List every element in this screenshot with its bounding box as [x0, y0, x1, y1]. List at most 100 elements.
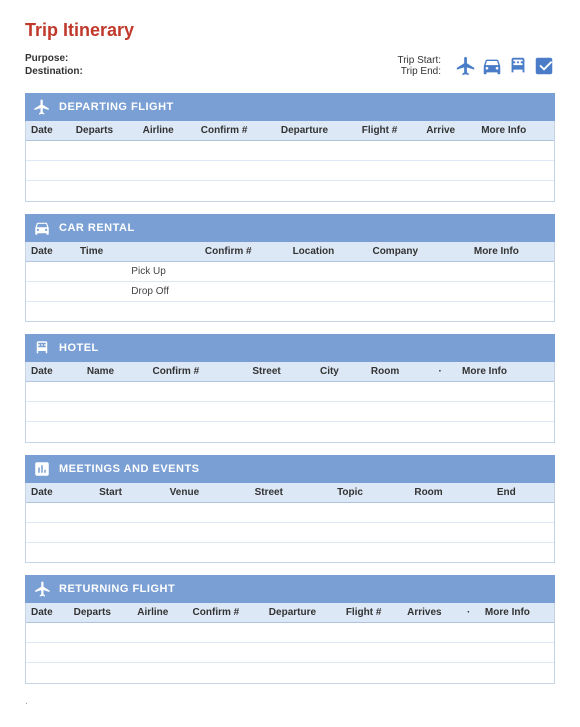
col-departure: Departure — [276, 121, 357, 141]
returning-airplane-icon — [33, 580, 51, 598]
meetings-header-icon — [533, 55, 555, 77]
hotel-header-icon — [507, 55, 529, 77]
meetings-section: MEETINGS AND EVENTS Date Start Venue Str… — [25, 455, 555, 564]
col-date: Date — [26, 121, 71, 141]
col-location: Location — [288, 242, 368, 262]
destination-label: Destination: — [25, 66, 83, 77]
hotel-section: HOTEL Date Name Confirm # Street City Ro… — [25, 334, 555, 443]
col-arrive: Arrive — [421, 121, 476, 141]
col-departs: Departs — [69, 603, 133, 623]
returning-flight-table-container: Date Departs Airline Confirm # Departure… — [25, 603, 555, 684]
departing-flight-header-row: Date Departs Airline Confirm # Departure… — [26, 121, 554, 141]
table-row — [26, 422, 554, 442]
col-more-info: More Info — [469, 242, 554, 262]
table-row — [26, 301, 554, 321]
col-more-info: More Info — [457, 362, 554, 382]
departing-airplane-icon — [33, 98, 51, 116]
meetings-header-row: Date Start Venue Street Topic Room End — [26, 483, 554, 503]
page-title: Trip Itinerary — [25, 20, 555, 41]
table-row — [26, 402, 554, 422]
car-rental-icon — [33, 219, 51, 237]
col-date: Date — [26, 242, 75, 262]
table-row: Pick Up — [26, 261, 554, 281]
airplane-header-icon — [455, 55, 477, 77]
col-venue: Venue — [165, 483, 250, 503]
returning-flight-header-row: Date Departs Airline Confirm # Departure… — [26, 603, 554, 623]
table-row — [26, 623, 554, 643]
table-row — [26, 141, 554, 161]
table-row — [26, 643, 554, 663]
col-arrives: Arrives — [402, 603, 462, 623]
table-row — [26, 502, 554, 522]
col-topic: Topic — [332, 483, 409, 503]
departing-flight-title: DEPARTING FLIGHT — [59, 101, 174, 113]
col-confirm: Confirm # — [188, 603, 264, 623]
car-header-icon — [481, 55, 503, 77]
hotel-icon — [33, 339, 51, 357]
col-city: City — [315, 362, 366, 382]
table-row — [26, 542, 554, 562]
header-icons — [455, 55, 555, 77]
col-date: Date — [26, 603, 69, 623]
purpose-label: Purpose: — [25, 53, 83, 64]
car-rental-table: Date Time Confirm # Location Company Mor… — [26, 242, 554, 322]
table-row — [26, 181, 554, 201]
returning-flight-header: RETURNING FLIGHT — [25, 575, 555, 603]
drop-off-label: Drop Off — [126, 281, 200, 301]
meta-row: Purpose: Destination: Trip Start: Trip E… — [25, 53, 555, 79]
car-rental-header: CAR RENTAL — [25, 214, 555, 242]
col-dot: · — [433, 362, 457, 382]
table-row — [26, 161, 554, 181]
col-time: Time — [75, 242, 126, 262]
departing-flight-section: DEPARTING FLIGHT Date Departs Airline Co… — [25, 93, 555, 202]
col-flight: Flight # — [357, 121, 421, 141]
table-row — [26, 522, 554, 542]
col-street: Street — [247, 362, 315, 382]
car-rental-title: CAR RENTAL — [59, 222, 135, 234]
col-date: Date — [26, 483, 94, 503]
returning-flight-title: RETURNING FLIGHT — [59, 583, 175, 595]
col-start: Start — [94, 483, 165, 503]
col-more-info: More Info — [480, 603, 554, 623]
col-confirm: Confirm # — [147, 362, 247, 382]
col-departure: Departure — [264, 603, 341, 623]
col-empty — [126, 242, 200, 262]
meetings-header: MEETINGS AND EVENTS — [25, 455, 555, 483]
col-airline: Airline — [138, 121, 196, 141]
hotel-table: Date Name Confirm # Street City Room · M… — [26, 362, 554, 442]
col-company: Company — [367, 242, 453, 262]
departing-flight-table-container: Date Departs Airline Confirm # Departure… — [25, 121, 555, 202]
meetings-table: Date Start Venue Street Topic Room End — [26, 483, 554, 563]
meetings-table-container: Date Start Venue Street Topic Room End — [25, 483, 555, 564]
col-confirm: Confirm # — [196, 121, 276, 141]
col-empty2 — [453, 242, 468, 262]
car-rental-section: CAR RENTAL Date Time Confirm # Location … — [25, 214, 555, 323]
trip-start-label: Trip Start: — [397, 55, 441, 66]
col-date: Date — [26, 362, 82, 382]
trip-dates: Trip Start: Trip End: — [397, 55, 441, 77]
col-end: End — [492, 483, 554, 503]
col-room: Room — [409, 483, 491, 503]
col-flight: Flight # — [341, 603, 402, 623]
hotel-header: HOTEL — [25, 334, 555, 362]
table-row: Drop Off — [26, 281, 554, 301]
departing-flight-table: Date Departs Airline Confirm # Departure… — [26, 121, 554, 201]
col-more-info: More Info — [476, 121, 554, 141]
col-room: Room — [366, 362, 434, 382]
car-rental-table-container: Date Time Confirm # Location Company Mor… — [25, 242, 555, 323]
departing-flight-header: DEPARTING FLIGHT — [25, 93, 555, 121]
car-rental-header-row: Date Time Confirm # Location Company Mor… — [26, 242, 554, 262]
meetings-title: MEETINGS AND EVENTS — [59, 463, 200, 475]
trip-end-label: Trip End: — [397, 66, 441, 77]
meta-right: Trip Start: Trip End: — [397, 55, 555, 77]
meetings-icon — [33, 460, 51, 478]
pick-up-label: Pick Up — [126, 261, 200, 281]
col-dot: · — [462, 603, 480, 623]
table-row — [26, 663, 554, 683]
col-confirm: Confirm # — [200, 242, 288, 262]
meta-left: Purpose: Destination: — [25, 53, 83, 79]
returning-flight-table: Date Departs Airline Confirm # Departure… — [26, 603, 554, 683]
returning-flight-section: RETURNING FLIGHT Date Departs Airline Co… — [25, 575, 555, 684]
col-street: Street — [250, 483, 333, 503]
table-row — [26, 382, 554, 402]
